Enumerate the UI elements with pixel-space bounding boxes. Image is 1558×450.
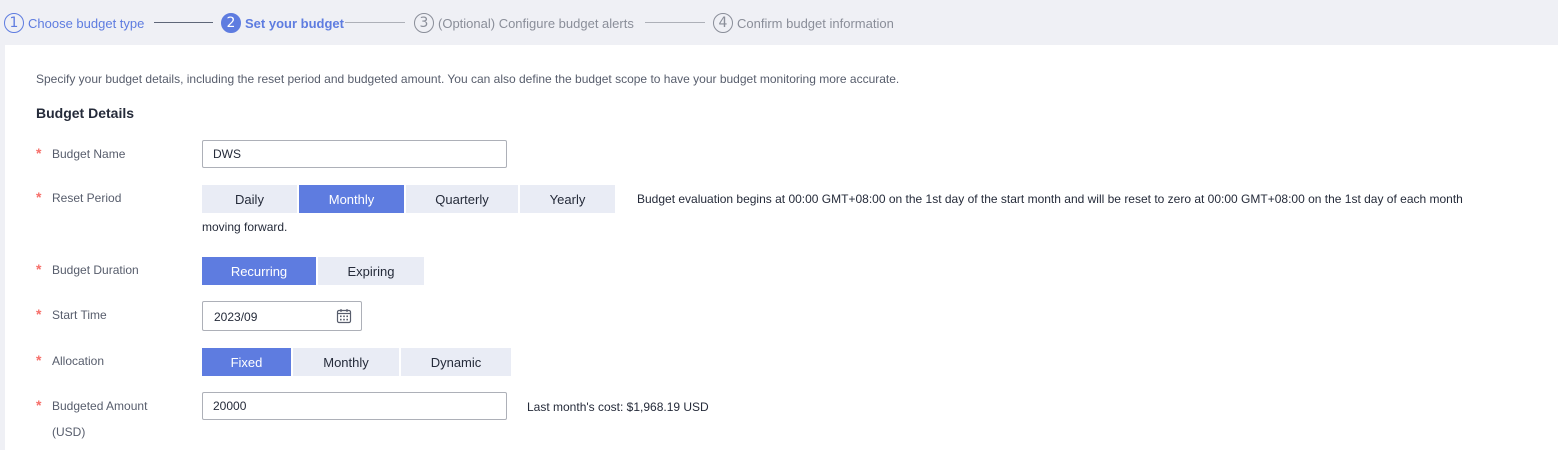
budget-duration-expiring[interactable]: Expiring: [318, 257, 424, 285]
reset-period-yearly[interactable]: Yearly: [520, 185, 615, 213]
step-label: Choose budget type: [28, 15, 145, 31]
budget-form-panel: Specify your budget details, including t…: [5, 45, 1558, 450]
intro-text: Specify your budget details, including t…: [36, 72, 900, 86]
required-mark: *: [36, 189, 42, 205]
allocation-dynamic[interactable]: Dynamic: [401, 348, 511, 376]
budgeted-amount-input[interactable]: [202, 392, 507, 420]
budgeted-amount-label: * Budgeted Amount: [36, 392, 147, 419]
reset-period-monthly[interactable]: Monthly: [299, 185, 404, 213]
reset-period-quarterly[interactable]: Quarterly: [406, 185, 518, 213]
start-time-value: 2023/09: [214, 310, 258, 324]
budget-name-input[interactable]: [202, 140, 507, 168]
budget-duration-selector: Recurring Expiring: [202, 257, 426, 285]
step-configure-budget-alerts[interactable]: 3 (Optional) Configure budget alerts: [414, 13, 634, 33]
step-label: Set your budget: [245, 15, 344, 31]
step-number: 4: [713, 13, 733, 33]
required-mark: *: [36, 145, 42, 161]
steps-bar: 1 Choose budget type 2 Set your budget 3…: [0, 0, 1558, 45]
section-title: Budget Details: [36, 105, 135, 121]
step-connector: [645, 22, 705, 23]
reset-period-label: * Reset Period: [36, 184, 121, 211]
label-text: Reset Period: [52, 191, 122, 205]
label-text: Start Time: [52, 308, 107, 322]
step-choose-budget-type[interactable]: 1 Choose budget type: [4, 13, 144, 33]
last-month-cost: Last month's cost: $1,968.19 USD: [527, 400, 709, 414]
allocation-monthly[interactable]: Monthly: [293, 348, 399, 376]
step-label: Confirm budget information: [737, 15, 894, 31]
allocation-label: * Allocation: [36, 347, 104, 374]
step-set-your-budget[interactable]: 2 Set your budget: [221, 13, 344, 33]
step-connector: [345, 22, 405, 23]
label-text: Budgeted Amount: [52, 399, 148, 413]
calendar-icon[interactable]: [336, 308, 352, 324]
step-number: 2: [221, 13, 241, 33]
label-text: Allocation: [52, 354, 105, 368]
budget-name-label: * Budget Name: [36, 140, 125, 167]
reset-period-hint-continued: moving forward.: [202, 220, 288, 234]
start-time-label: * Start Time: [36, 301, 107, 328]
required-mark: *: [36, 306, 42, 322]
step-confirm-budget-information[interactable]: 4 Confirm budget information: [713, 13, 894, 33]
label-text: Budget Duration: [52, 263, 139, 277]
reset-period-daily[interactable]: Daily: [202, 185, 297, 213]
allocation-selector: Fixed Monthly Dynamic: [202, 348, 513, 376]
reset-period-selector: Daily Monthly Quarterly Yearly: [202, 185, 617, 213]
label-text: Budget Name: [52, 147, 126, 161]
step-label: (Optional) Configure budget alerts: [438, 15, 634, 31]
step-number: 1: [4, 13, 24, 33]
required-mark: *: [36, 397, 42, 413]
reset-period-hint: Budget evaluation begins at 00:00 GMT+08…: [637, 192, 1463, 206]
step-number: 3: [414, 13, 434, 33]
step-connector: [154, 22, 213, 23]
required-mark: *: [36, 352, 42, 368]
budgeted-amount-unit: (USD): [52, 425, 86, 439]
required-mark: *: [36, 261, 42, 277]
budget-duration-recurring[interactable]: Recurring: [202, 257, 316, 285]
allocation-fixed[interactable]: Fixed: [202, 348, 291, 376]
budget-duration-label: * Budget Duration: [36, 256, 139, 283]
start-time-picker[interactable]: 2023/09: [202, 301, 362, 331]
